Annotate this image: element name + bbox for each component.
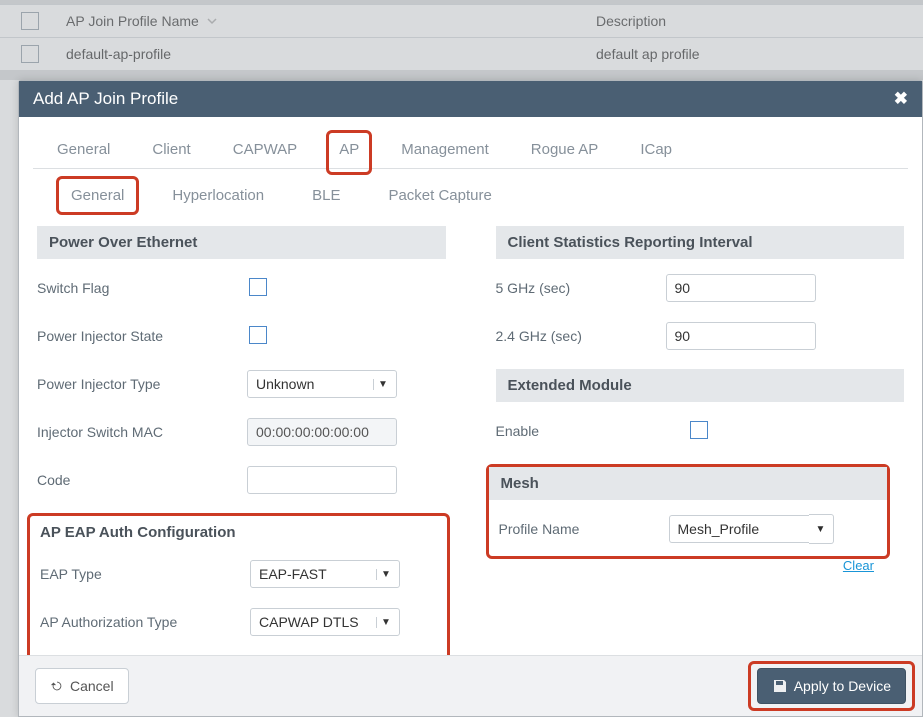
- auth-type-label: AP Authorization Type: [40, 614, 250, 630]
- eap-type-label: EAP Type: [40, 566, 250, 582]
- tab-management[interactable]: Management: [397, 137, 493, 168]
- modal-title-bar: Add AP Join Profile ✖: [19, 81, 922, 117]
- subtab-packet-capture[interactable]: Packet Capture: [382, 183, 497, 208]
- auth-type-select[interactable]: CAPWAP DTLS ▼: [250, 608, 400, 636]
- tab-client[interactable]: Client: [148, 137, 194, 168]
- mesh-profile-value: Mesh_Profile: [678, 521, 760, 537]
- twofour-ghz-input[interactable]: [666, 322, 816, 350]
- eap-type-value: EAP-FAST: [259, 566, 327, 582]
- ap-eap-auth-section: AP EAP Auth Configuration EAP Type EAP-F…: [27, 513, 450, 655]
- modal-title: Add AP Join Profile: [33, 89, 178, 109]
- save-icon: [772, 678, 788, 694]
- tab-icap[interactable]: ICap: [636, 137, 676, 168]
- modal-footer: Cancel Apply to Device: [19, 655, 922, 716]
- table-header-row: AP Join Profile Name Description: [0, 4, 923, 37]
- tab-rogue-ap[interactable]: Rogue AP: [527, 137, 603, 168]
- code-input[interactable]: [247, 466, 397, 494]
- mesh-section: Mesh Profile Name Mesh_Profile ▼: [486, 464, 891, 559]
- cancel-button[interactable]: Cancel: [35, 668, 129, 704]
- column-header-name[interactable]: AP Join Profile Name: [66, 13, 199, 29]
- power-injector-state-label: Power Injector State: [37, 328, 247, 344]
- section-mesh: Mesh: [489, 467, 888, 500]
- close-icon[interactable]: ✖: [894, 89, 908, 109]
- code-label: Code: [37, 472, 247, 488]
- caret-down-icon: ▼: [373, 379, 392, 390]
- mesh-profile-select[interactable]: Mesh_Profile: [669, 515, 809, 543]
- power-injector-type-value: Unknown: [256, 376, 314, 392]
- power-injector-type-label: Power Injector Type: [37, 376, 247, 392]
- row-name: default-ap-profile: [60, 46, 586, 62]
- switch-flag-label: Switch Flag: [37, 280, 247, 296]
- undo-icon: [50, 679, 64, 693]
- caret-down-icon: ▼: [376, 569, 395, 580]
- mesh-profile-caret[interactable]: ▼: [809, 514, 834, 544]
- tab-ap[interactable]: AP: [335, 137, 363, 168]
- tab-general[interactable]: General: [53, 137, 114, 168]
- apply-to-device-button[interactable]: Apply to Device: [757, 668, 906, 704]
- injector-switch-mac-label: Injector Switch MAC: [37, 424, 247, 440]
- five-ghz-input[interactable]: [666, 274, 816, 302]
- chevron-down-icon[interactable]: [207, 13, 217, 23]
- tab-capwap[interactable]: CAPWAP: [229, 137, 301, 168]
- power-injector-type-select[interactable]: Unknown ▼: [247, 370, 397, 398]
- profile-table: AP Join Profile Name Description default…: [0, 0, 923, 74]
- twofour-ghz-label: 2.4 GHz (sec): [496, 328, 666, 344]
- subtab-strip: General Hyperlocation BLE Packet Capture: [37, 183, 904, 218]
- mesh-clear-link[interactable]: Clear: [843, 558, 874, 573]
- switch-flag-checkbox[interactable]: [249, 278, 267, 296]
- section-poe: Power Over Ethernet: [37, 226, 446, 259]
- five-ghz-label: 5 GHz (sec): [496, 280, 666, 296]
- subtab-general[interactable]: General: [65, 183, 130, 208]
- select-all-checkbox[interactable]: [21, 12, 39, 30]
- subtab-hyperlocation[interactable]: Hyperlocation: [166, 183, 270, 208]
- add-ap-join-profile-modal: Add AP Join Profile ✖ General Client CAP…: [18, 80, 923, 717]
- caret-down-icon: ▼: [376, 617, 395, 628]
- ext-enable-label: Enable: [496, 423, 666, 439]
- injector-switch-mac-input[interactable]: [247, 418, 397, 446]
- table-row[interactable]: default-ap-profile default ap profile: [0, 37, 923, 70]
- row-checkbox[interactable]: [21, 45, 39, 63]
- subtab-ble[interactable]: BLE: [306, 183, 346, 208]
- section-eap: AP EAP Auth Configuration: [30, 516, 447, 545]
- mesh-profile-label: Profile Name: [499, 521, 669, 537]
- cancel-label: Cancel: [70, 678, 114, 694]
- section-extended-module: Extended Module: [496, 369, 905, 402]
- section-client-stats: Client Statistics Reporting Interval: [496, 226, 905, 259]
- tab-strip: General Client CAPWAP AP Management Rogu…: [33, 127, 908, 169]
- auth-type-value: CAPWAP DTLS: [259, 614, 359, 630]
- power-injector-state-checkbox[interactable]: [249, 326, 267, 344]
- extended-module-enable-checkbox[interactable]: [690, 421, 708, 439]
- eap-type-select[interactable]: EAP-FAST ▼: [250, 560, 400, 588]
- row-description: default ap profile: [586, 46, 923, 62]
- apply-label: Apply to Device: [794, 678, 891, 694]
- column-header-description[interactable]: Description: [596, 13, 666, 29]
